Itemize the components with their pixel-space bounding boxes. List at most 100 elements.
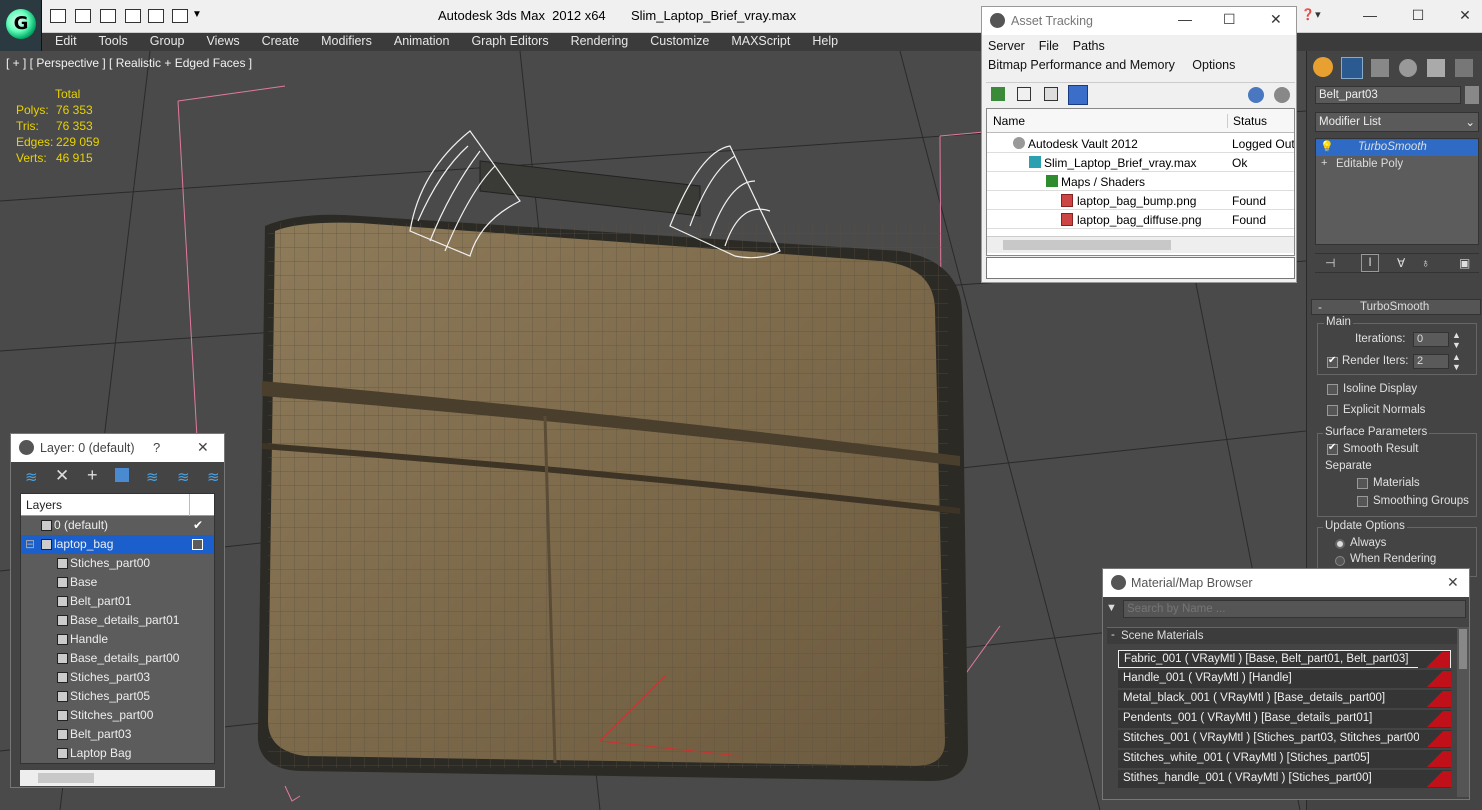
- select-objects-icon[interactable]: [115, 468, 129, 482]
- help-icon[interactable]: ❓▾: [1296, 4, 1326, 26]
- material-row[interactable]: Pendents_001 ( VRayMtl ) [Base_details_p…: [1118, 710, 1451, 728]
- layers-column-header[interactable]: Layers: [26, 498, 62, 512]
- list-item[interactable]: Base_details_part01: [21, 611, 214, 630]
- utilities-tab-icon[interactable]: [1455, 59, 1473, 77]
- close-button[interactable]: ✕: [1450, 4, 1480, 26]
- motion-tab-icon[interactable]: [1399, 59, 1417, 77]
- menu-file[interactable]: File: [1039, 39, 1059, 53]
- menu-bitmap-performance[interactable]: Bitmap Performance and Memory: [988, 58, 1175, 72]
- list-item[interactable]: Stiches_part00: [21, 554, 214, 573]
- highlight-layer-icon[interactable]: ≋: [146, 468, 159, 486]
- menu-server[interactable]: Server: [988, 39, 1025, 53]
- iterations-spinner[interactable]: 0: [1413, 332, 1449, 347]
- freeze-all-icon[interactable]: ≋: [207, 468, 220, 486]
- list-item[interactable]: 0 (default) ✔: [21, 516, 214, 535]
- stack-item-editable-poly[interactable]: + Editable Poly: [1316, 157, 1478, 173]
- scrollbar-thumb[interactable]: [1003, 240, 1171, 250]
- app-logo[interactable]: G: [0, 0, 42, 51]
- search-input[interactable]: [1123, 600, 1466, 618]
- list-item[interactable]: Stiches_part05: [21, 687, 214, 706]
- spinner-arrows-icon[interactable]: ▲ ▼: [1452, 330, 1461, 350]
- list-view-icon[interactable]: [1017, 87, 1031, 101]
- new-icon[interactable]: [50, 9, 66, 23]
- minimize-button[interactable]: —: [1355, 4, 1385, 26]
- material-browser-titlebar[interactable]: Material/Map Browser ✕: [1103, 569, 1469, 597]
- make-unique-icon[interactable]: ∀: [1397, 256, 1405, 270]
- table-row[interactable]: laptop_bag_bump.png Found: [987, 191, 1294, 210]
- material-row[interactable]: Stithes_handle_001 ( VRayMtl ) [Stiches_…: [1118, 770, 1451, 788]
- smooth-result-checkbox[interactable]: [1327, 442, 1338, 455]
- redo-icon[interactable]: [148, 9, 164, 23]
- material-row[interactable]: Metal_black_001 ( VRayMtl ) [Base_detail…: [1118, 690, 1451, 708]
- browser-options-icon[interactable]: ▼: [1106, 602, 1117, 614]
- create-tab-icon[interactable]: [1313, 57, 1333, 77]
- display-tab-icon[interactable]: [1427, 59, 1445, 77]
- hide-all-icon[interactable]: ≋: [177, 468, 190, 486]
- list-item[interactable]: Stitches_part00: [21, 706, 214, 725]
- material-row[interactable]: Handle_001 ( VRayMtl ) [Handle]: [1118, 670, 1451, 688]
- menu-help[interactable]: Help: [801, 33, 849, 49]
- menu-modifiers[interactable]: Modifiers: [310, 33, 383, 49]
- maximize-button[interactable]: ☐: [1403, 4, 1433, 26]
- close-button[interactable]: ✕: [1447, 574, 1459, 591]
- checkmark-icon[interactable]: ✔: [193, 518, 203, 532]
- add-to-layer-icon[interactable]: +: [87, 465, 98, 486]
- configure-sets-icon[interactable]: ▣: [1459, 256, 1470, 270]
- pin-stack-icon[interactable]: ⊣: [1325, 256, 1335, 270]
- scene-materials-header[interactable]: - Scene Materials: [1107, 627, 1457, 644]
- render-iters-spinner[interactable]: 2: [1413, 354, 1449, 369]
- thumbnail-view-icon[interactable]: [1044, 87, 1058, 101]
- materials-checkbox[interactable]: [1357, 478, 1368, 489]
- menu-tools[interactable]: Tools: [88, 33, 139, 49]
- stack-item-turbosmooth[interactable]: 💡 TurboSmooth: [1316, 140, 1478, 156]
- show-end-result-icon[interactable]: I: [1361, 254, 1379, 272]
- scrollbar-thumb[interactable]: [1459, 629, 1467, 669]
- close-button[interactable]: ✕: [1270, 11, 1282, 28]
- material-row[interactable]: Fabric_001 ( VRayMtl ) [Base, Belt_part0…: [1118, 650, 1451, 668]
- when-rendering-radio[interactable]: [1335, 556, 1345, 566]
- material-row[interactable]: Stitches_001 ( VRayMtl ) [Stiches_part03…: [1118, 730, 1451, 748]
- current-layer-box[interactable]: [192, 539, 203, 550]
- column-status[interactable]: Status: [1227, 114, 1267, 128]
- isoline-checkbox[interactable]: [1327, 384, 1338, 395]
- maximize-button[interactable]: ☐: [1223, 11, 1236, 28]
- menu-views[interactable]: Views: [195, 33, 250, 49]
- hierarchy-tab-icon[interactable]: [1371, 59, 1389, 77]
- new-layer-icon[interactable]: ≋: [25, 468, 38, 486]
- settings-icon[interactable]: [1274, 87, 1290, 103]
- save-icon[interactable]: [100, 9, 116, 23]
- table-row[interactable]: laptop_bag_diffuse.png Found: [987, 210, 1294, 229]
- list-item[interactable]: Base: [21, 573, 214, 592]
- list-item[interactable]: Handle: [21, 630, 214, 649]
- object-color-swatch[interactable]: [1465, 86, 1479, 104]
- always-radio[interactable]: [1335, 539, 1345, 549]
- column-name[interactable]: Name: [993, 114, 1025, 128]
- list-item[interactable]: Stiches_part03: [21, 668, 214, 687]
- collapse-icon[interactable]: ⊟: [25, 537, 35, 551]
- delete-layer-icon[interactable]: ✕: [55, 466, 69, 486]
- list-item[interactable]: Base_details_part00: [21, 649, 214, 668]
- help-icon[interactable]: [1248, 87, 1264, 103]
- menu-graph-editors[interactable]: Graph Editors: [460, 33, 559, 49]
- menu-edit[interactable]: Edit: [44, 33, 88, 49]
- path-field[interactable]: [986, 257, 1295, 279]
- refresh-icon[interactable]: [991, 87, 1005, 101]
- layer-dialog-titlebar[interactable]: Layer: 0 (default) ? ✕: [11, 434, 224, 462]
- scrollbar-thumb[interactable]: [38, 773, 94, 783]
- menu-group[interactable]: Group: [139, 33, 196, 49]
- remove-modifier-icon[interactable]: ♁: [1421, 256, 1430, 270]
- list-item[interactable]: Belt_part03: [21, 725, 214, 744]
- asset-tracking-titlebar[interactable]: Asset Tracking — ☐ ✕: [982, 7, 1296, 35]
- close-button[interactable]: ✕: [197, 439, 209, 456]
- table-row[interactable]: Slim_Laptop_Brief_vray.max Ok: [987, 153, 1294, 172]
- vertical-scrollbar[interactable]: [1457, 627, 1469, 797]
- explicit-normals-checkbox[interactable]: [1327, 405, 1338, 416]
- horizontal-scrollbar[interactable]: [987, 236, 1294, 253]
- quick-access-dropdown-icon[interactable]: ▼: [192, 9, 202, 20]
- object-name-field[interactable]: Belt_part03: [1315, 86, 1461, 104]
- minimize-button[interactable]: —: [1178, 11, 1192, 27]
- list-item[interactable]: ⊟ laptop_bag: [21, 535, 214, 554]
- modify-tab-icon[interactable]: [1341, 57, 1363, 79]
- turbosmooth-rollout-header[interactable]: - TurboSmooth: [1311, 299, 1481, 315]
- menu-paths[interactable]: Paths: [1073, 39, 1105, 53]
